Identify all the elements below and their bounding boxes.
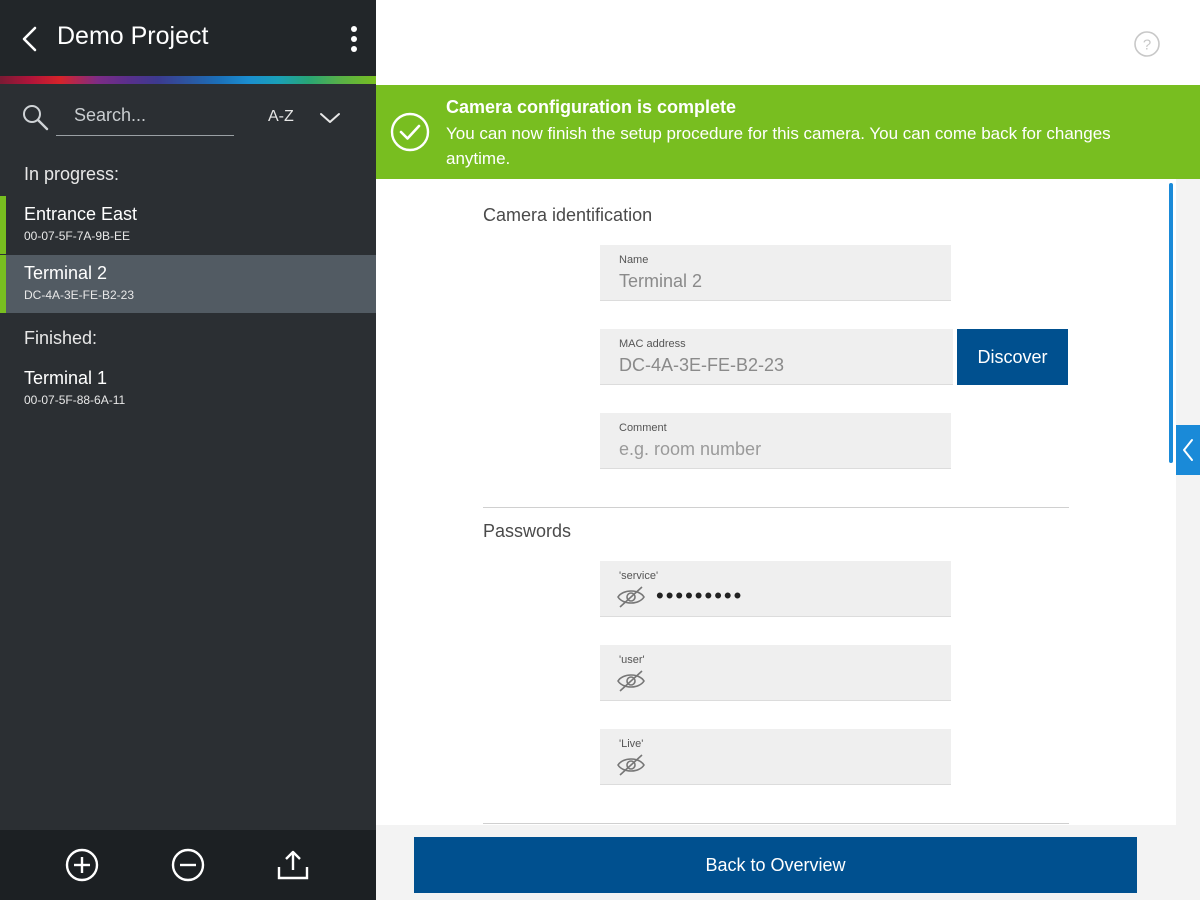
password-value: •••••••••: [656, 583, 744, 608]
eye-off-icon[interactable]: [616, 669, 646, 693]
section-divider: [483, 507, 1069, 508]
section-divider: [483, 823, 1069, 824]
field-value: Terminal 2: [619, 271, 703, 291]
mac-address-field[interactable]: MAC address DC-4A-3E-FE-B2-23: [600, 329, 953, 385]
list-item-entrance-east[interactable]: Entrance East 00-07-5F-7A-9B-EE: [0, 196, 376, 254]
item-name: Terminal 2: [24, 263, 108, 283]
section-label-finished: Finished:: [24, 328, 98, 348]
sidebar: Demo Project A-Z In progress: Entrance E…: [0, 0, 376, 900]
search-icon: [23, 105, 49, 131]
chevron-down-icon[interactable]: [318, 106, 342, 130]
main-panel: ? Camera configuration is complete You c…: [376, 0, 1200, 900]
item-mac: 00-07-5F-88-6A-11: [24, 393, 126, 407]
brand-color-stripe: [0, 76, 376, 84]
field-label: 'service': [619, 570, 659, 582]
collapse-panel-tab[interactable]: [1176, 425, 1200, 475]
chevron-left-icon: [22, 26, 37, 52]
project-title: Demo Project: [57, 22, 209, 50]
search-input[interactable]: [56, 96, 234, 136]
comment-field: Comment: [600, 413, 951, 469]
eye-off-icon[interactable]: [616, 753, 646, 777]
banner-title: Camera configuration is complete: [446, 97, 737, 117]
help-icon[interactable]: ?: [1133, 30, 1161, 58]
field-label: Name: [619, 254, 649, 266]
share-upload-icon[interactable]: [275, 847, 311, 883]
banner-text: You can now finish the setup procedure f…: [446, 124, 1111, 168]
configuration-form: Camera identification Name Terminal 2 MA…: [376, 179, 1176, 825]
field-value: DC-4A-3E-FE-B2-23: [619, 355, 785, 375]
field-label: MAC address: [619, 338, 686, 350]
list-item-terminal-1[interactable]: Terminal 1 00-07-5F-88-6A-11: [0, 360, 376, 418]
remove-circle-icon[interactable]: [170, 847, 206, 883]
progress-indicator: [0, 255, 6, 313]
item-name: Terminal 1: [24, 368, 108, 388]
list-item-terminal-2[interactable]: Terminal 2 DC-4A-3E-FE-B2-23: [0, 255, 376, 313]
field-label: 'user': [619, 654, 645, 666]
kebab-menu-icon: [351, 26, 357, 52]
discover-button[interactable]: Discover: [957, 329, 1068, 385]
passwords-title: Passwords: [483, 521, 572, 541]
user-password-field[interactable]: 'user': [600, 645, 951, 701]
success-banner: Camera configuration is complete You can…: [376, 85, 1200, 179]
top-bar: ?: [376, 0, 1200, 85]
camera-identification-title: Camera identification: [483, 205, 653, 225]
scrollbar[interactable]: [1169, 183, 1173, 463]
sidebar-footer: [0, 830, 376, 900]
chevron-left-icon: [1183, 439, 1193, 461]
service-password-field[interactable]: 'service' •••••••••: [600, 561, 951, 617]
item-mac: DC-4A-3E-FE-B2-23: [24, 288, 135, 302]
item-name: Entrance East: [24, 204, 138, 224]
field-label: 'Live': [619, 738, 644, 750]
name-field[interactable]: Name Terminal 2: [600, 245, 951, 301]
svg-text:?: ?: [1143, 37, 1151, 54]
back-to-overview-button[interactable]: Back to Overview: [414, 837, 1137, 893]
sidebar-header: Demo Project: [0, 0, 376, 76]
back-button[interactable]: [12, 20, 46, 58]
comment-input[interactable]: [619, 436, 939, 462]
eye-off-icon[interactable]: [616, 585, 646, 609]
add-circle-icon[interactable]: [64, 847, 100, 883]
section-label-in-progress: In progress:: [24, 164, 120, 184]
live-password-field[interactable]: 'Live': [600, 729, 951, 785]
sort-label[interactable]: A-Z: [268, 108, 294, 126]
item-mac: 00-07-5F-7A-9B-EE: [24, 229, 131, 243]
more-options-button[interactable]: [340, 20, 368, 58]
check-circle-icon: [390, 112, 430, 152]
progress-indicator: [0, 196, 6, 254]
field-label: Comment: [619, 422, 667, 434]
